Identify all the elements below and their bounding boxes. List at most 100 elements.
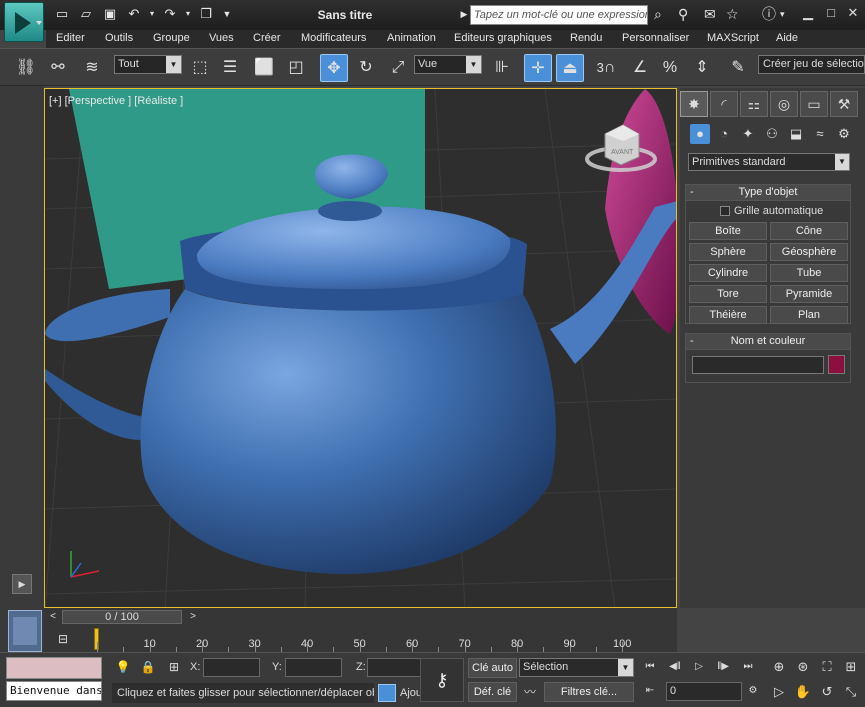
pivot-center-icon[interactable]: ⊪ bbox=[488, 54, 516, 82]
play-icon[interactable]: ▶ bbox=[12, 574, 32, 594]
create-tab[interactable]: ✸ bbox=[680, 91, 708, 117]
cylinder-button[interactable]: Cylindre bbox=[689, 264, 767, 282]
zoom-icon[interactable]: ⊕ bbox=[769, 657, 789, 677]
next-frame-icon[interactable]: ‖▶ bbox=[714, 659, 732, 675]
application-menu-button[interactable] bbox=[4, 2, 44, 42]
slider-prev-icon[interactable]: < bbox=[46, 610, 60, 624]
add-time-tag[interactable]: Ajouter bbox=[378, 683, 422, 703]
z-coordinate-field[interactable] bbox=[367, 658, 424, 677]
sphere-button[interactable]: Sphère bbox=[689, 243, 767, 261]
object-type-header[interactable]: - Type d'objet bbox=[686, 185, 850, 201]
spinner-snap-icon[interactable]: ⇕ bbox=[688, 54, 716, 82]
link-icon[interactable]: ⛓ bbox=[12, 54, 40, 82]
close-button[interactable]: ✕ bbox=[842, 4, 864, 22]
bind-space-warp-icon[interactable]: ≋ bbox=[78, 54, 106, 82]
y-coordinate-field[interactable] bbox=[285, 658, 342, 677]
maxscript-listener-input[interactable]: Bienvenue dans MAXScript. bbox=[6, 681, 102, 701]
field-of-view-icon[interactable]: ▷ bbox=[769, 682, 789, 702]
autogrid-checkbox[interactable]: Grille automatique bbox=[720, 205, 823, 217]
play-animation-icon[interactable]: ▷ bbox=[690, 659, 708, 675]
cone-button[interactable]: Cône bbox=[770, 222, 848, 240]
systems-icon[interactable]: ⚙ bbox=[834, 124, 854, 144]
maximize-button[interactable]: □ bbox=[820, 4, 842, 22]
utilities-tab[interactable]: ⚒ bbox=[830, 91, 858, 117]
key-mode-toggle-icon[interactable]: ⇤ bbox=[641, 683, 659, 699]
selection-filter-dropdown[interactable]: Tout ▼ bbox=[114, 55, 182, 74]
previous-frame-icon[interactable]: ◀‖ bbox=[666, 659, 684, 675]
lightbulb-icon[interactable]: 💡 bbox=[115, 659, 131, 675]
keyboard-shortcut-override-icon[interactable]: ⏏ bbox=[556, 54, 584, 82]
redo-icon[interactable]: ↷ bbox=[162, 6, 178, 22]
named-selection-set-field[interactable]: Créer jeu de sélection bbox=[758, 55, 865, 74]
search-input[interactable]: Tapez un mot-clé ou une expression bbox=[470, 5, 648, 25]
modify-tab[interactable]: ◜ bbox=[710, 91, 738, 117]
quick-access-dropdown-icon[interactable]: ▼ bbox=[219, 6, 235, 22]
teapot-button[interactable]: Théière bbox=[689, 306, 767, 324]
pyramid-button[interactable]: Pyramide bbox=[770, 285, 848, 303]
cameras-icon[interactable]: ⚇ bbox=[762, 124, 782, 144]
isolate-selection-icon[interactable] bbox=[378, 684, 396, 703]
shapes-icon[interactable]: ◔ bbox=[714, 124, 734, 144]
search-icon[interactable]: ⌕ bbox=[654, 6, 662, 22]
maximize-toggle-icon[interactable]: ⤡ bbox=[841, 682, 861, 702]
auto-key-button[interactable]: Clé auto bbox=[468, 658, 517, 678]
select-by-name-icon[interactable]: ☰ bbox=[216, 54, 244, 82]
curve-editor-icon[interactable]: 〰 bbox=[522, 684, 538, 700]
teapot-object[interactable] bbox=[140, 289, 556, 574]
display-tab[interactable]: ▭ bbox=[800, 91, 828, 117]
select-and-scale-icon[interactable]: ⤢ bbox=[384, 54, 412, 82]
x-coordinate-field[interactable] bbox=[203, 658, 260, 677]
percent-snap-icon[interactable]: % bbox=[656, 54, 684, 82]
undo-dropdown-icon[interactable]: ▾ bbox=[144, 6, 160, 22]
redo-dropdown-icon[interactable]: ▾ bbox=[180, 6, 196, 22]
select-and-rotate-icon[interactable]: ↻ bbox=[352, 54, 380, 82]
orbit-icon[interactable]: ↺ bbox=[817, 682, 837, 702]
select-and-move-icon[interactable]: ✥ bbox=[320, 54, 348, 82]
open-file-icon[interactable]: ▱ bbox=[78, 6, 94, 22]
save-icon[interactable]: ▣ bbox=[102, 6, 118, 22]
menu-tools[interactable]: Outils bbox=[105, 32, 133, 44]
current-frame-field[interactable]: 0 bbox=[666, 682, 742, 701]
key-mode-dropdown[interactable]: Sélection ▼ bbox=[519, 658, 634, 677]
time-configuration-icon[interactable]: ⚙ bbox=[744, 683, 762, 699]
perspective-viewport[interactable]: AVANT [+] [Perspective ] [Réaliste ] bbox=[44, 88, 677, 608]
time-slider[interactable]: 0 / 100 bbox=[62, 610, 182, 624]
track-bar[interactable]: ⊟ 10 20 30 40 50 60 70 80 90 100 bbox=[44, 626, 677, 652]
edit-named-selection-icon[interactable]: ✎ bbox=[724, 54, 752, 82]
motion-tab[interactable]: ◎ bbox=[770, 91, 798, 117]
minimize-button[interactable]: ▁ bbox=[797, 4, 819, 22]
window-crossing-icon[interactable]: ◰ bbox=[282, 54, 310, 82]
menu-create[interactable]: Créer bbox=[253, 32, 281, 44]
zoom-extents-all-icon[interactable]: ⊞ bbox=[841, 657, 861, 677]
box-button[interactable]: Boîte bbox=[689, 222, 767, 240]
plane-button[interactable]: Plan bbox=[770, 306, 848, 324]
pan-view-icon[interactable]: ✋ bbox=[793, 682, 813, 702]
select-manipulate-icon[interactable]: ✛ bbox=[524, 54, 552, 82]
undo-icon[interactable]: ↶ bbox=[126, 6, 142, 22]
category-dropdown[interactable]: Primitives standard ▼ bbox=[688, 153, 850, 171]
menu-rendering[interactable]: Rendu bbox=[570, 32, 602, 44]
rectangular-selection-icon[interactable]: ⬜ bbox=[250, 54, 278, 82]
help-dropdown-icon[interactable]: ▾ bbox=[780, 6, 785, 22]
object-color-swatch[interactable] bbox=[828, 355, 845, 374]
key-filters-button[interactable]: Filtres clé... bbox=[544, 682, 634, 702]
lights-icon[interactable]: ✦ bbox=[738, 124, 758, 144]
helpers-icon[interactable]: ⬓ bbox=[786, 124, 806, 144]
slider-next-icon[interactable]: > bbox=[186, 610, 200, 624]
snaps-toggle-icon[interactable]: 3∩ bbox=[592, 54, 620, 82]
maximize-viewport-button[interactable] bbox=[8, 610, 42, 652]
go-to-end-icon[interactable]: ⏭ bbox=[739, 659, 757, 675]
viewport-label[interactable]: [+] [Perspective ] [Réaliste ] bbox=[49, 95, 183, 107]
menu-graph-editors[interactable]: Editeurs graphiques bbox=[454, 32, 552, 44]
zoom-extents-icon[interactable]: ⛶ bbox=[817, 657, 837, 677]
zoom-all-icon[interactable]: ⊛ bbox=[793, 657, 813, 677]
unlink-icon[interactable]: ⚯ bbox=[44, 54, 72, 82]
menu-maxscript[interactable]: MAXScript bbox=[707, 32, 759, 44]
space-warps-icon[interactable]: ≈ bbox=[810, 124, 830, 144]
menu-customize[interactable]: Personnaliser bbox=[622, 32, 689, 44]
tube-button[interactable]: Tube bbox=[770, 264, 848, 282]
menu-group[interactable]: Groupe bbox=[153, 32, 190, 44]
favorites-star-icon[interactable]: ☆ bbox=[726, 6, 739, 22]
geometry-icon[interactable]: ● bbox=[690, 124, 710, 144]
name-color-header[interactable]: - Nom et couleur bbox=[686, 334, 850, 350]
